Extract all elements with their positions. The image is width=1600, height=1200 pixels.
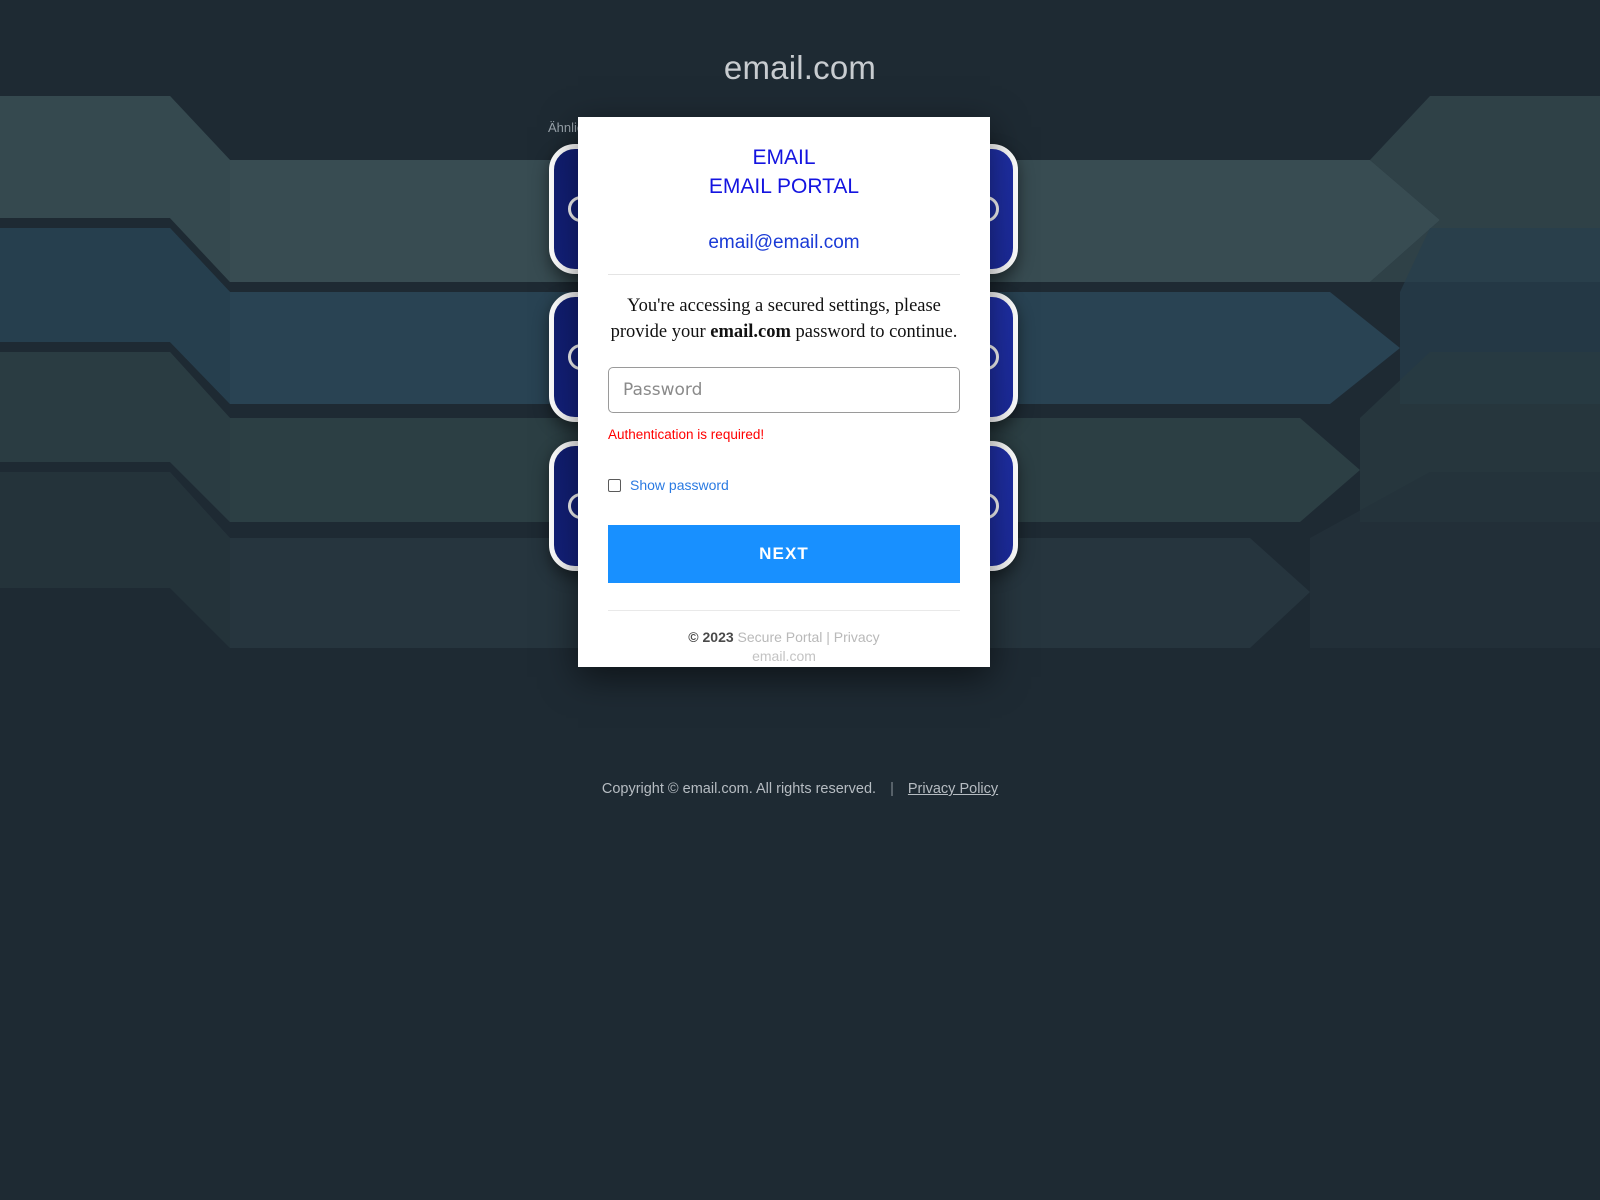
modal-footer-copyright: © 2023 (688, 629, 738, 645)
instructions-text: You're accessing a secured settings, ple… (608, 293, 960, 345)
modal-footer-domain: email.com (752, 648, 816, 664)
instructions-suffix: password to continue. (790, 322, 958, 342)
page-footer: Copyright © email.com. All rights reserv… (0, 781, 1600, 797)
divider-top (608, 274, 960, 275)
error-message: Authentication is required! (608, 427, 765, 442)
divider-bottom (608, 610, 960, 611)
password-modal: EMAIL EMAIL PORTAL email@email.com You'r… (578, 117, 990, 667)
brand-title-line-1: EMAIL (752, 146, 816, 169)
account-email: email@email.com (708, 232, 860, 253)
show-password-row[interactable]: Show password (608, 477, 960, 493)
modal-footer-links[interactable]: Secure Portal | Privacy (738, 629, 880, 645)
page-title: email.com (723, 49, 877, 86)
privacy-policy-link[interactable]: Privacy Policy (908, 781, 998, 797)
show-password-label[interactable]: Show password (630, 477, 729, 493)
instructions-domain: email.com (710, 322, 791, 342)
footer-separator: | (890, 781, 894, 797)
modal-footer: © 2023 Secure Portal | Privacy email.com (608, 628, 960, 666)
footer-copyright: Copyright © email.com. All rights reserv… (601, 781, 877, 797)
brand-title-line-2: EMAIL PORTAL (708, 175, 860, 198)
password-input[interactable] (608, 367, 960, 413)
next-button[interactable]: NEXT (608, 525, 960, 583)
show-password-checkbox[interactable] (608, 478, 621, 492)
